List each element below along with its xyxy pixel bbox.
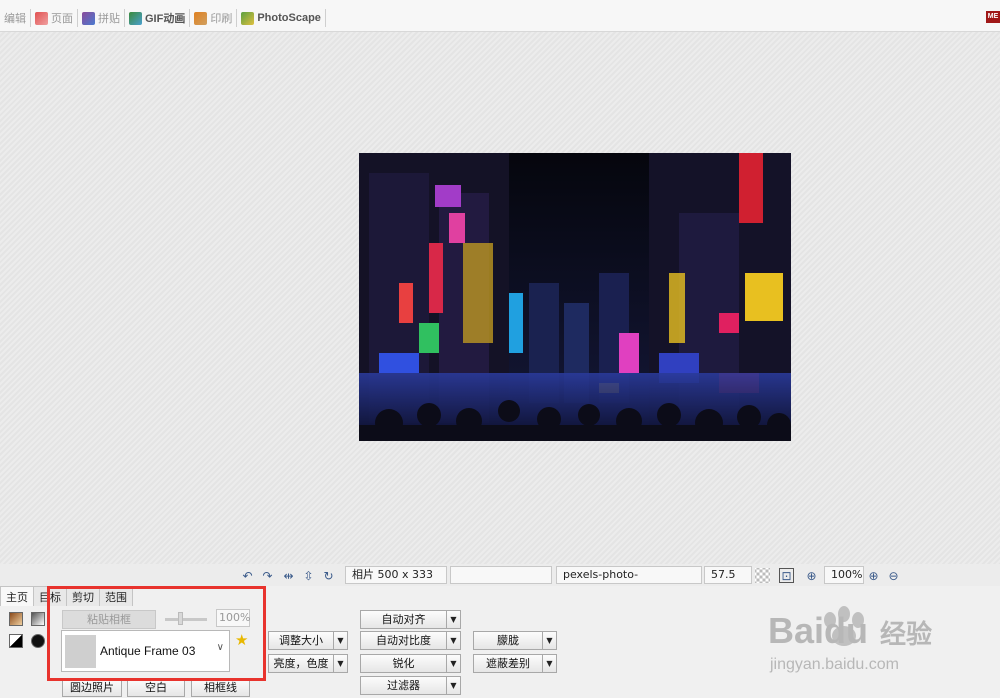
auto-level-button[interactable]: 自动对齐 <box>360 610 447 629</box>
bw-tool-icon[interactable] <box>31 634 45 648</box>
rotate-icon[interactable]: ↻ <box>321 568 336 583</box>
blank-button[interactable]: 空白 <box>127 678 185 697</box>
frame-thumbnail <box>65 635 96 668</box>
photoscape-icon <box>241 11 255 25</box>
tab-photoscape[interactable]: PhotoScape <box>237 9 326 27</box>
zoom-actual-icon[interactable]: ⊕ <box>804 568 819 583</box>
top-toolbar: 编辑 页面 拼贴 GIF动画 印刷 PhotoScape ME <box>0 0 1000 32</box>
paste-frame-button[interactable]: 粘贴相框 <box>62 610 156 629</box>
sharpen-button[interactable]: 锐化 <box>360 654 447 673</box>
tab-page[interactable]: 页面 <box>31 9 78 27</box>
sharpen-dropdown-arrow[interactable]: ▼ <box>447 654 461 673</box>
tab-combine-label: 拼贴 <box>98 12 120 25</box>
tab-gif[interactable]: GIF动画 <box>125 9 191 27</box>
file-name: pexels-photo-2803616.jpg <box>556 566 702 597</box>
brightness-button[interactable]: 亮度，色度 <box>268 654 334 673</box>
filter-dropdown-arrow[interactable]: ▼ <box>447 676 461 695</box>
flip-vertical-icon[interactable]: ⇳ <box>301 568 316 583</box>
color-tool-icon[interactable] <box>9 612 23 626</box>
redo-icon[interactable]: ↷ <box>260 568 275 583</box>
auto-contrast-button[interactable]: 自动对比度 <box>360 631 447 650</box>
resize-dropdown-arrow[interactable]: ▼ <box>334 631 348 650</box>
tab-region[interactable]: 范围 <box>99 586 133 606</box>
gradient-tool-icon[interactable] <box>31 612 45 626</box>
chevron-down-icon: ∨ <box>216 642 224 653</box>
tab-print-label: 印刷 <box>210 12 233 25</box>
opacity-slider-track[interactable] <box>165 618 207 621</box>
zoom-in-icon[interactable]: ⊕ <box>866 568 881 583</box>
hazy-button[interactable]: 朦胧 <box>473 631 543 650</box>
tab-print[interactable]: 印刷 <box>190 9 238 27</box>
round-photo-button[interactable]: 圆边照片 <box>62 678 122 697</box>
opacity-value[interactable]: 100% <box>216 609 250 627</box>
image-dimensions: 相片 500 x 333 <box>345 566 447 584</box>
vignette-button[interactable]: 遮蔽差别 <box>473 654 543 673</box>
undo-icon[interactable]: ↶ <box>240 568 255 583</box>
hazy-dropdown-arrow[interactable]: ▼ <box>543 631 557 650</box>
frame-name: Antique Frame 03 <box>100 644 196 658</box>
auto-contrast-dropdown-arrow[interactable]: ▼ <box>447 631 461 650</box>
invert-tool-icon[interactable] <box>9 634 23 648</box>
gif-icon <box>129 11 142 25</box>
night-street-image <box>359 153 791 441</box>
opacity-slider-thumb[interactable] <box>178 612 183 625</box>
tab-home[interactable]: 主页 <box>0 586 34 606</box>
tab-gif-label: GIF动画 <box>145 13 186 25</box>
flip-horizontal-icon[interactable]: ⇹ <box>281 568 296 583</box>
tab-combine[interactable]: 拼贴 <box>78 9 125 27</box>
page-icon <box>35 11 48 25</box>
checkerboard-icon[interactable] <box>755 568 770 583</box>
tab-object[interactable]: 目标 <box>33 586 67 606</box>
status-empty-field <box>450 566 552 584</box>
tab-page-label: 页面 <box>51 12 73 25</box>
auto-level-dropdown-arrow[interactable]: ▼ <box>447 610 461 629</box>
panel-tabs: 主页 目标 剪切 范围 <box>0 586 133 606</box>
tab-editor[interactable]: 编辑 <box>0 9 31 27</box>
resize-button[interactable]: 调整大小 <box>268 631 334 650</box>
tab-crop[interactable]: 剪切 <box>66 586 100 606</box>
module-tabs: 编辑 页面 拼贴 GIF动画 印刷 PhotoScape <box>0 9 326 27</box>
vignette-dropdown-arrow[interactable]: ▼ <box>543 654 557 673</box>
menu-button[interactable]: ME <box>986 11 1000 23</box>
tab-photoscape-label: PhotoScape <box>257 12 321 24</box>
zoom-fit-icon[interactable]: ⊡ <box>779 568 794 583</box>
photo-preview <box>359 153 791 441</box>
star-icon[interactable]: ★ <box>235 631 248 649</box>
image-canvas[interactable] <box>0 32 1000 564</box>
zoom-out-icon[interactable]: ⊖ <box>886 568 901 583</box>
brightness-dropdown-arrow[interactable]: ▼ <box>334 654 348 673</box>
filter-button[interactable]: 过滤器 <box>360 676 447 695</box>
zoom-level: 100% <box>824 566 864 584</box>
print-icon <box>194 11 208 25</box>
frame-dropdown[interactable]: Antique Frame 03 ∨ <box>61 630 230 672</box>
combine-icon <box>82 11 95 25</box>
file-size: 57.5 KB <box>704 566 752 597</box>
tab-editor-label: 编辑 <box>4 12 26 25</box>
edit-panel: 主页 目标 剪切 范围 粘贴相框 100% Antique Frame 03 ∨… <box>0 586 1000 698</box>
frame-line-button[interactable]: 相框线 <box>191 678 250 697</box>
status-bar: ↶ ↷ ⇹ ⇳ ↻ 相片 500 x 333 pexels-photo-2803… <box>0 564 1000 597</box>
